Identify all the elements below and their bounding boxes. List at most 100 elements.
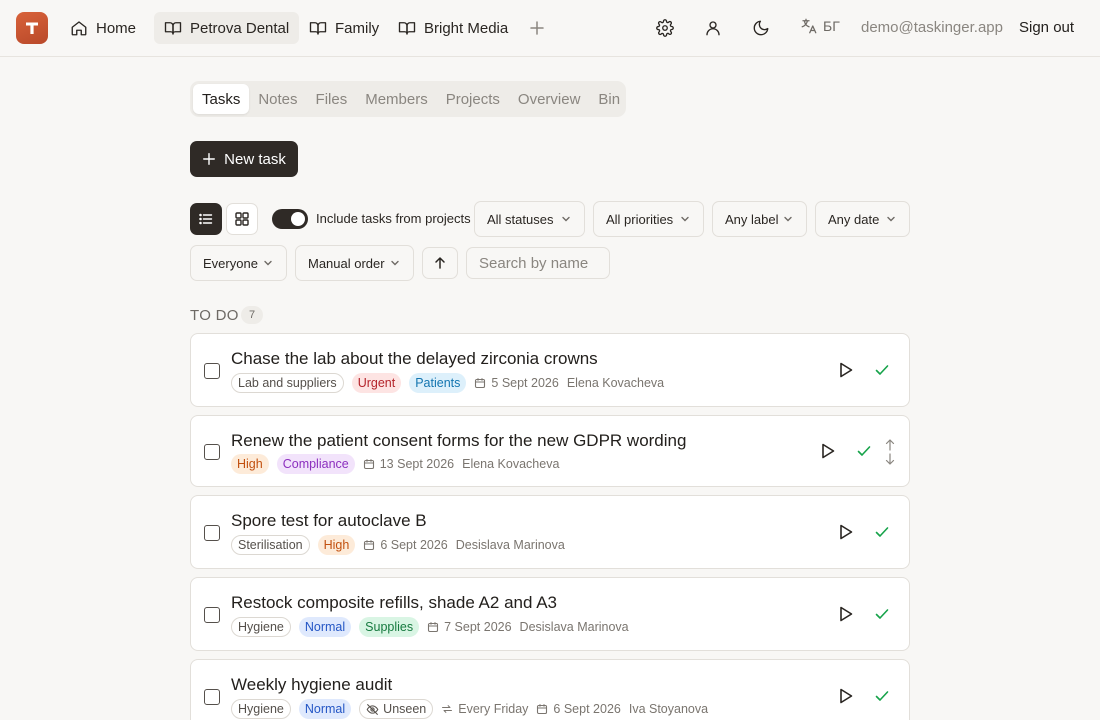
date-filter-select[interactable]: Any date	[815, 201, 910, 237]
status-filter-select[interactable]: All statuses	[474, 201, 585, 237]
play-icon	[822, 443, 835, 459]
settings-button[interactable]	[654, 17, 676, 39]
chevron-down-icon	[264, 260, 272, 266]
book-icon	[309, 22, 327, 35]
complete-task-button[interactable]	[873, 605, 891, 623]
priority-filter-value: All priorities	[606, 211, 674, 227]
chevron-down-icon	[681, 216, 689, 222]
assignee-filter-select[interactable]: Everyone	[190, 245, 287, 281]
order-select[interactable]: Manual order	[295, 245, 414, 281]
priority-filter-select[interactable]: All priorities	[593, 201, 704, 237]
tab-overview[interactable]: Overview	[509, 84, 590, 114]
due-date: 7 Sept 2026	[427, 620, 512, 634]
sort-direction-button[interactable]	[422, 247, 458, 279]
complete-task-button[interactable]	[855, 442, 873, 460]
assignee-name: Elena Kovacheva	[462, 457, 560, 471]
theme-toggle-button[interactable]	[750, 17, 772, 39]
task-meta: Sterilisation High 6 Sept 2026 Desislava…	[231, 535, 565, 555]
task-checkbox[interactable]	[204, 689, 220, 705]
moon-icon	[753, 20, 769, 36]
language-switcher[interactable]: БГ	[800, 17, 840, 35]
nav-petrova-dental-label: Petrova Dental	[190, 19, 290, 37]
task-title[interactable]: Renew the patient consent forms for the …	[231, 431, 686, 451]
task-title[interactable]: Weekly hygiene audit	[231, 675, 392, 695]
app-logo[interactable]	[16, 12, 48, 44]
recurrence-text: Every Friday	[458, 702, 529, 716]
assignee-filter-value: Everyone	[203, 255, 258, 271]
task-meta: Hygiene Normal Unseen Every Friday 6 Sep…	[231, 699, 708, 719]
new-task-button[interactable]: New task	[190, 141, 298, 177]
reorder-handle-icon[interactable]	[883, 438, 897, 466]
nav-family[interactable]: Family	[299, 12, 389, 44]
chevron-down-icon	[887, 216, 895, 222]
tab-files[interactable]: Files	[307, 84, 357, 114]
user-email: demo@taskinger.app	[861, 19, 1003, 36]
task-checkbox[interactable]	[204, 525, 220, 541]
section-count-badge: 7	[241, 306, 263, 324]
nav-bright-media[interactable]: Bright Media	[388, 12, 518, 44]
tab-tasks[interactable]: Tasks	[193, 84, 250, 114]
task-title[interactable]: Chase the lab about the delayed zirconia…	[231, 349, 598, 369]
plus-icon	[203, 153, 216, 165]
tab-notes[interactable]: Notes	[249, 84, 306, 114]
priority-chip: Normal	[298, 617, 352, 637]
label-chip: Compliance	[276, 454, 355, 474]
due-date-text: 7 Sept 2026	[444, 620, 512, 634]
task-card[interactable]: Chase the lab about the delayed zirconia…	[190, 333, 910, 407]
task-checkbox[interactable]	[204, 363, 220, 379]
assignee-name: Elena Kovacheva	[566, 376, 665, 390]
logo-t-icon	[26, 22, 38, 34]
complete-task-button[interactable]	[873, 687, 891, 705]
complete-task-button[interactable]	[873, 361, 891, 379]
tab-members[interactable]: Members	[356, 84, 437, 114]
due-date-text: 6 Sept 2026	[553, 702, 621, 716]
user-icon	[706, 21, 720, 36]
assignee-name: Desislava Marinova	[455, 538, 565, 552]
task-title[interactable]: Restock composite refills, shade A2 and …	[231, 593, 557, 613]
start-task-button[interactable]	[837, 687, 855, 705]
tab-bin[interactable]: Bin	[589, 84, 629, 114]
start-task-button[interactable]	[837, 605, 855, 623]
order-value: Manual order	[308, 255, 385, 271]
start-task-button[interactable]	[837, 361, 855, 379]
start-task-button[interactable]	[819, 442, 837, 460]
due-date-text: 13 Sept 2026	[379, 457, 455, 471]
task-card[interactable]: Weekly hygiene audit Hygiene Normal Unse…	[190, 659, 910, 720]
complete-task-button[interactable]	[873, 523, 891, 541]
task-card[interactable]: Restock composite refills, shade A2 and …	[190, 577, 910, 651]
task-card[interactable]: Spore test for autoclave B Sterilisation…	[190, 495, 910, 569]
chevron-down-icon	[784, 216, 792, 222]
play-icon	[840, 362, 853, 378]
search-input[interactable]	[466, 247, 610, 279]
sign-out-link[interactable]: Sign out	[1019, 19, 1074, 36]
profile-button[interactable]	[702, 17, 724, 39]
calendar-icon	[537, 704, 548, 715]
start-task-button[interactable]	[837, 523, 855, 541]
nav-home[interactable]: Home	[60, 12, 146, 44]
due-date: 13 Sept 2026	[363, 457, 454, 471]
tab-projects[interactable]: Projects	[437, 84, 509, 114]
nav-petrova-dental[interactable]: Petrova Dental	[154, 12, 300, 44]
chevron-down-icon	[391, 260, 399, 266]
calendar-icon	[428, 622, 439, 633]
label-filter-select[interactable]: Any label	[712, 201, 807, 237]
add-workspace-button[interactable]	[526, 17, 548, 39]
list-view-button[interactable]	[190, 203, 222, 235]
top-bar: Home Petrova Dental Family Bright Media	[0, 0, 1100, 57]
book-icon	[164, 22, 182, 35]
task-title[interactable]: Spore test for autoclave B	[231, 511, 427, 531]
assignee-name: Iva Stoyanova	[628, 702, 709, 716]
calendar-icon	[364, 540, 375, 551]
grid-view-button[interactable]	[226, 203, 258, 235]
task-checkbox[interactable]	[204, 444, 220, 460]
task-checkbox[interactable]	[204, 607, 220, 623]
grid-icon	[235, 212, 249, 226]
check-icon	[875, 527, 889, 537]
arrow-up-icon	[435, 257, 445, 269]
play-icon	[840, 688, 853, 704]
priority-chip: Normal	[298, 699, 352, 719]
status-filter-value: All statuses	[487, 211, 554, 227]
task-card[interactable]: Renew the patient consent forms for the …	[190, 415, 910, 487]
include-projects-toggle[interactable]	[272, 209, 308, 229]
play-icon	[840, 606, 853, 622]
